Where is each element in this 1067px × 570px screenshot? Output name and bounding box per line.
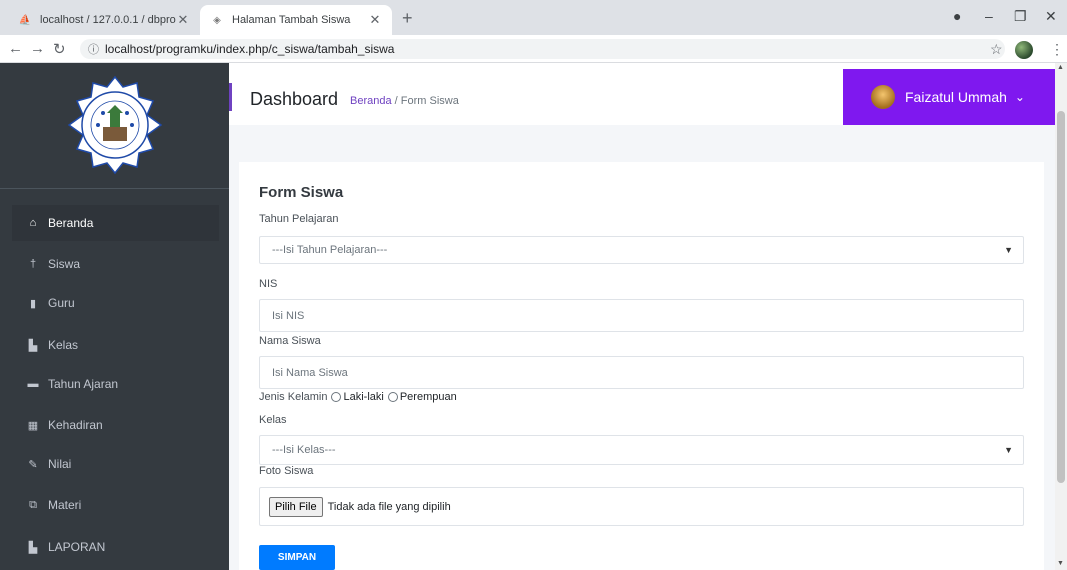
teacher-icon: ▮ bbox=[29, 297, 37, 310]
user-avatar bbox=[871, 85, 895, 109]
foto-siswa-label: Foto Siswa bbox=[259, 465, 314, 477]
chevron-down-icon: ▼ bbox=[1004, 445, 1013, 455]
sidebar-item-laporan[interactable]: ▙ LAPORAN bbox=[12, 529, 219, 565]
tahun-pelajaran-select[interactable]: ---Isi Tahun Pelajaran--- ▼ bbox=[259, 236, 1024, 264]
radio-laki-laki[interactable] bbox=[331, 392, 342, 402]
site-icon: ◈ bbox=[213, 14, 221, 26]
sidebar-item-label: LAPORAN bbox=[48, 540, 106, 554]
radio-perempuan[interactable] bbox=[387, 392, 398, 402]
choose-file-button[interactable]: Pilih File bbox=[269, 496, 323, 517]
minimize-icon[interactable]: – bbox=[985, 8, 993, 24]
browser-tab-bar: ⛵ localhost / 127.0.0.1 / dbprogram ✕ ◈ … bbox=[0, 0, 1067, 35]
more-options-icon[interactable]: ⋮ bbox=[1050, 41, 1064, 58]
kelas-select[interactable]: ---Isi Kelas--- ▼ bbox=[259, 435, 1024, 465]
sidebar-item-label: Kelas bbox=[48, 338, 79, 352]
url-field[interactable]: ⓘ localhost/programku/index.php/c_siswa/… bbox=[80, 39, 1005, 59]
reload-icon[interactable]: ↻ bbox=[53, 40, 66, 58]
radio-label: Laki-laki bbox=[343, 391, 384, 403]
input-placeholder: Isi NIS bbox=[272, 309, 305, 322]
form-title: Form Siswa bbox=[259, 184, 344, 201]
sidebar-item-kelas[interactable]: ▙ Kelas bbox=[12, 327, 219, 363]
jenis-kelamin-row: Jenis Kelamin Laki-laki Perempuan bbox=[259, 391, 457, 403]
sidebar-item-siswa[interactable]: † Siswa bbox=[12, 246, 219, 282]
nama-siswa-input[interactable]: Isi Nama Siswa bbox=[259, 356, 1024, 389]
user-name: Faizatul Ummah bbox=[905, 89, 1007, 105]
class-icon: ▙ bbox=[28, 339, 38, 352]
back-arrow-icon[interactable]: ← bbox=[8, 40, 23, 57]
close-tab-icon[interactable]: ✕ bbox=[176, 12, 190, 28]
dashboard-icon: ⌂ bbox=[29, 217, 37, 229]
sidebar-item-materi[interactable]: ⧉ Materi bbox=[12, 487, 219, 523]
close-tab-icon[interactable]: ✕ bbox=[368, 12, 382, 28]
sidebar-item-label: Siswa bbox=[48, 257, 81, 271]
logo-area bbox=[0, 63, 229, 188]
breadcrumb-current: Form Siswa bbox=[400, 95, 459, 107]
save-button[interactable]: SIMPAN bbox=[259, 545, 335, 570]
sidebar-item-label: Beranda bbox=[48, 216, 94, 230]
nama-siswa-label: Nama Siswa bbox=[259, 335, 321, 347]
scroll-down-icon[interactable]: ▼ bbox=[1057, 560, 1064, 567]
browser-tab-tambah-siswa[interactable]: ◈ Halaman Tambah Siswa ✕ bbox=[200, 5, 392, 35]
select-value: ---Isi Tahun Pelajaran--- bbox=[272, 244, 388, 256]
book-icon: ⧉ bbox=[29, 498, 37, 511]
header-accent-bar bbox=[229, 83, 232, 111]
sidebar-item-label: Tahun Ajaran bbox=[48, 377, 119, 391]
scroll-up-icon[interactable]: ▲ bbox=[1057, 64, 1064, 71]
sidebar-item-label: Nilai bbox=[48, 457, 72, 471]
breadcrumb: Beranda / Form Siswa bbox=[350, 95, 459, 107]
radio-label: Perempuan bbox=[399, 391, 457, 403]
sidebar: ⌂ Beranda † Siswa ▮ Guru ▙ Kelas ▬ Tahun… bbox=[0, 63, 229, 570]
tahun-pelajaran-label: Tahun Pelajaran bbox=[259, 213, 339, 225]
file-status: Tidak ada file yang dipilih bbox=[327, 500, 451, 513]
page-title: Dashboard bbox=[250, 89, 339, 109]
nis-label: NIS bbox=[259, 278, 278, 290]
tab-title: localhost / 127.0.0.1 / dbprogram bbox=[40, 14, 176, 26]
bookmark-star-icon[interactable]: ☆ bbox=[990, 41, 1003, 58]
tab-title: Halaman Tambah Siswa bbox=[232, 14, 351, 26]
foto-siswa-file-input: Pilih File Tidak ada file yang dipilih bbox=[259, 487, 1024, 526]
sidebar-item-label: Kehadiran bbox=[48, 418, 103, 432]
sidebar-item-tahun-ajaran[interactable]: ▬ Tahun Ajaran bbox=[12, 366, 219, 402]
phpmyadmin-icon: ⛵ bbox=[18, 14, 32, 26]
breadcrumb-home-link[interactable]: Beranda bbox=[350, 95, 392, 107]
close-window-icon[interactable]: ✕ bbox=[1045, 8, 1057, 25]
sidebar-item-nilai[interactable]: ✎ Nilai bbox=[12, 446, 219, 482]
url-text: localhost/programku/index.php/c_siswa/ta… bbox=[105, 42, 395, 56]
browser-profile-avatar[interactable] bbox=[1015, 41, 1033, 59]
info-icon[interactable]: ⓘ bbox=[88, 41, 99, 57]
new-tab-button[interactable]: + bbox=[402, 8, 413, 29]
scrollbar-thumb[interactable] bbox=[1057, 111, 1065, 483]
divider bbox=[0, 188, 229, 189]
forward-arrow-icon[interactable]: → bbox=[30, 40, 45, 57]
user-menu[interactable]: Faizatul Ummah ⌄ bbox=[843, 69, 1057, 125]
sidebar-item-label: Guru bbox=[48, 296, 75, 310]
maximize-icon[interactable]: ❐ bbox=[1014, 8, 1027, 25]
chevron-down-icon: ⌄ bbox=[1014, 90, 1025, 104]
record-icon[interactable]: ● bbox=[953, 8, 961, 24]
folder-icon: ▬ bbox=[27, 378, 39, 390]
student-icon: † bbox=[29, 258, 37, 270]
address-bar: ← → ↻ ⓘ localhost/programku/index.php/c_… bbox=[0, 35, 1067, 63]
jenis-kelamin-label: Jenis Kelamin bbox=[259, 391, 328, 403]
nis-input[interactable]: Isi NIS bbox=[259, 299, 1024, 332]
table-icon: ▦ bbox=[27, 419, 39, 432]
page-header: Dashboard Beranda / Form Siswa bbox=[232, 69, 843, 125]
breadcrumb-separator: / bbox=[391, 95, 401, 107]
file-icon: ▙ bbox=[28, 541, 38, 554]
school-logo bbox=[67, 75, 163, 175]
pencil-icon: ✎ bbox=[28, 458, 38, 471]
input-placeholder: Isi Nama Siswa bbox=[272, 366, 348, 379]
chevron-down-icon: ▼ bbox=[1004, 245, 1013, 255]
sidebar-item-label: Materi bbox=[48, 498, 82, 512]
kelas-label: Kelas bbox=[259, 414, 287, 426]
sidebar-item-guru[interactable]: ▮ Guru bbox=[12, 285, 219, 321]
sidebar-item-beranda[interactable]: ⌂ Beranda bbox=[12, 205, 219, 241]
sidebar-item-kehadiran[interactable]: ▦ Kehadiran bbox=[12, 407, 219, 443]
select-value: ---Isi Kelas--- bbox=[272, 444, 336, 456]
browser-tab-phpmyadmin[interactable]: ⛵ localhost / 127.0.0.1 / dbprogram ✕ bbox=[8, 5, 200, 35]
